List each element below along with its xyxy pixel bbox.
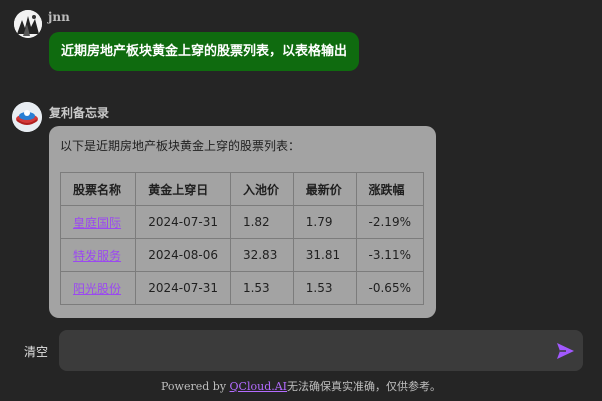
column-header: 股票名称 bbox=[59, 172, 137, 206]
table-cell: -0.65% bbox=[355, 271, 425, 305]
stock-name-cell: 阳光股份 bbox=[59, 271, 137, 305]
table-cell: 2024-07-31 bbox=[135, 271, 231, 305]
table-cell: 1.82 bbox=[229, 205, 294, 239]
bot-message: 复利备忘录 以下是近期房地产板块黄金上穿的股票列表： 股票名称 黄金上穿日 入池… bbox=[12, 100, 592, 320]
stock-link[interactable]: 特发服务 bbox=[73, 249, 121, 263]
table-cell: 1.53 bbox=[292, 271, 357, 305]
column-header: 黄金上穿日 bbox=[135, 172, 231, 206]
table-cell: 2024-07-31 bbox=[135, 205, 231, 239]
table-header-row: 股票名称 黄金上穿日 入池价 最新价 涨跌幅 bbox=[59, 172, 425, 206]
column-header: 入池价 bbox=[229, 172, 294, 206]
clear-button[interactable]: 清空 bbox=[24, 343, 48, 360]
bot-logo-icon bbox=[12, 102, 42, 132]
user-message-bubble: 近期房地产板块黄金上穿的股票列表，以表格输出 bbox=[49, 32, 360, 71]
table-cell: 1.53 bbox=[229, 271, 294, 305]
stock-link[interactable]: 皇庭国际 bbox=[73, 216, 121, 230]
table-cell: 2024-08-06 bbox=[135, 238, 231, 272]
user-avatar bbox=[14, 10, 42, 38]
footer-disclaimer: Powered by QCloud.AI无法确保真实准确，仅供参考。 bbox=[0, 378, 602, 394]
user-name: jnn bbox=[48, 10, 70, 24]
table-cell: -3.11% bbox=[355, 238, 425, 272]
send-arrow-icon[interactable] bbox=[555, 341, 575, 361]
column-header: 最新价 bbox=[292, 172, 357, 206]
footer-link[interactable]: QCloud.AI bbox=[230, 380, 288, 393]
chat-input[interactable] bbox=[59, 330, 539, 371]
footer-prefix: Powered by bbox=[160, 380, 230, 393]
stock-link[interactable]: 阳光股份 bbox=[73, 282, 121, 296]
stock-name-cell: 特发服务 bbox=[59, 238, 137, 272]
stock-table: 股票名称 黄金上穿日 入池价 最新价 涨跌幅 皇庭国际 2024-07-31 1… bbox=[59, 172, 425, 305]
table-row: 阳光股份 2024-07-31 1.53 1.53 -0.65% bbox=[59, 271, 425, 305]
footer-suffix: 无法确保真实准确，仅供参考。 bbox=[287, 380, 442, 393]
table-row: 皇庭国际 2024-07-31 1.82 1.79 -2.19% bbox=[59, 205, 425, 239]
bot-message-bubble: 以下是近期房地产板块黄金上穿的股票列表： 股票名称 黄金上穿日 入池价 最新价 … bbox=[49, 126, 436, 318]
stock-name-cell: 皇庭国际 bbox=[59, 205, 137, 239]
table-cell: 1.79 bbox=[292, 205, 357, 239]
bot-name: 复利备忘录 bbox=[49, 106, 110, 120]
table-cell: -2.19% bbox=[355, 205, 425, 239]
avatar-art-icon bbox=[14, 10, 42, 38]
user-message: jnn 近期房地产板块黄金上穿的股票列表，以表格输出 bbox=[14, 8, 594, 74]
bot-avatar bbox=[12, 102, 42, 132]
bot-intro-text: 以下是近期房地产板块黄金上穿的股票列表： bbox=[60, 139, 301, 153]
column-header: 涨跌幅 bbox=[355, 172, 425, 206]
table-cell: 31.81 bbox=[292, 238, 357, 272]
table-row: 特发服务 2024-08-06 32.83 31.81 -3.11% bbox=[59, 238, 425, 272]
table-cell: 32.83 bbox=[229, 238, 294, 272]
chat-input-box bbox=[59, 330, 583, 371]
